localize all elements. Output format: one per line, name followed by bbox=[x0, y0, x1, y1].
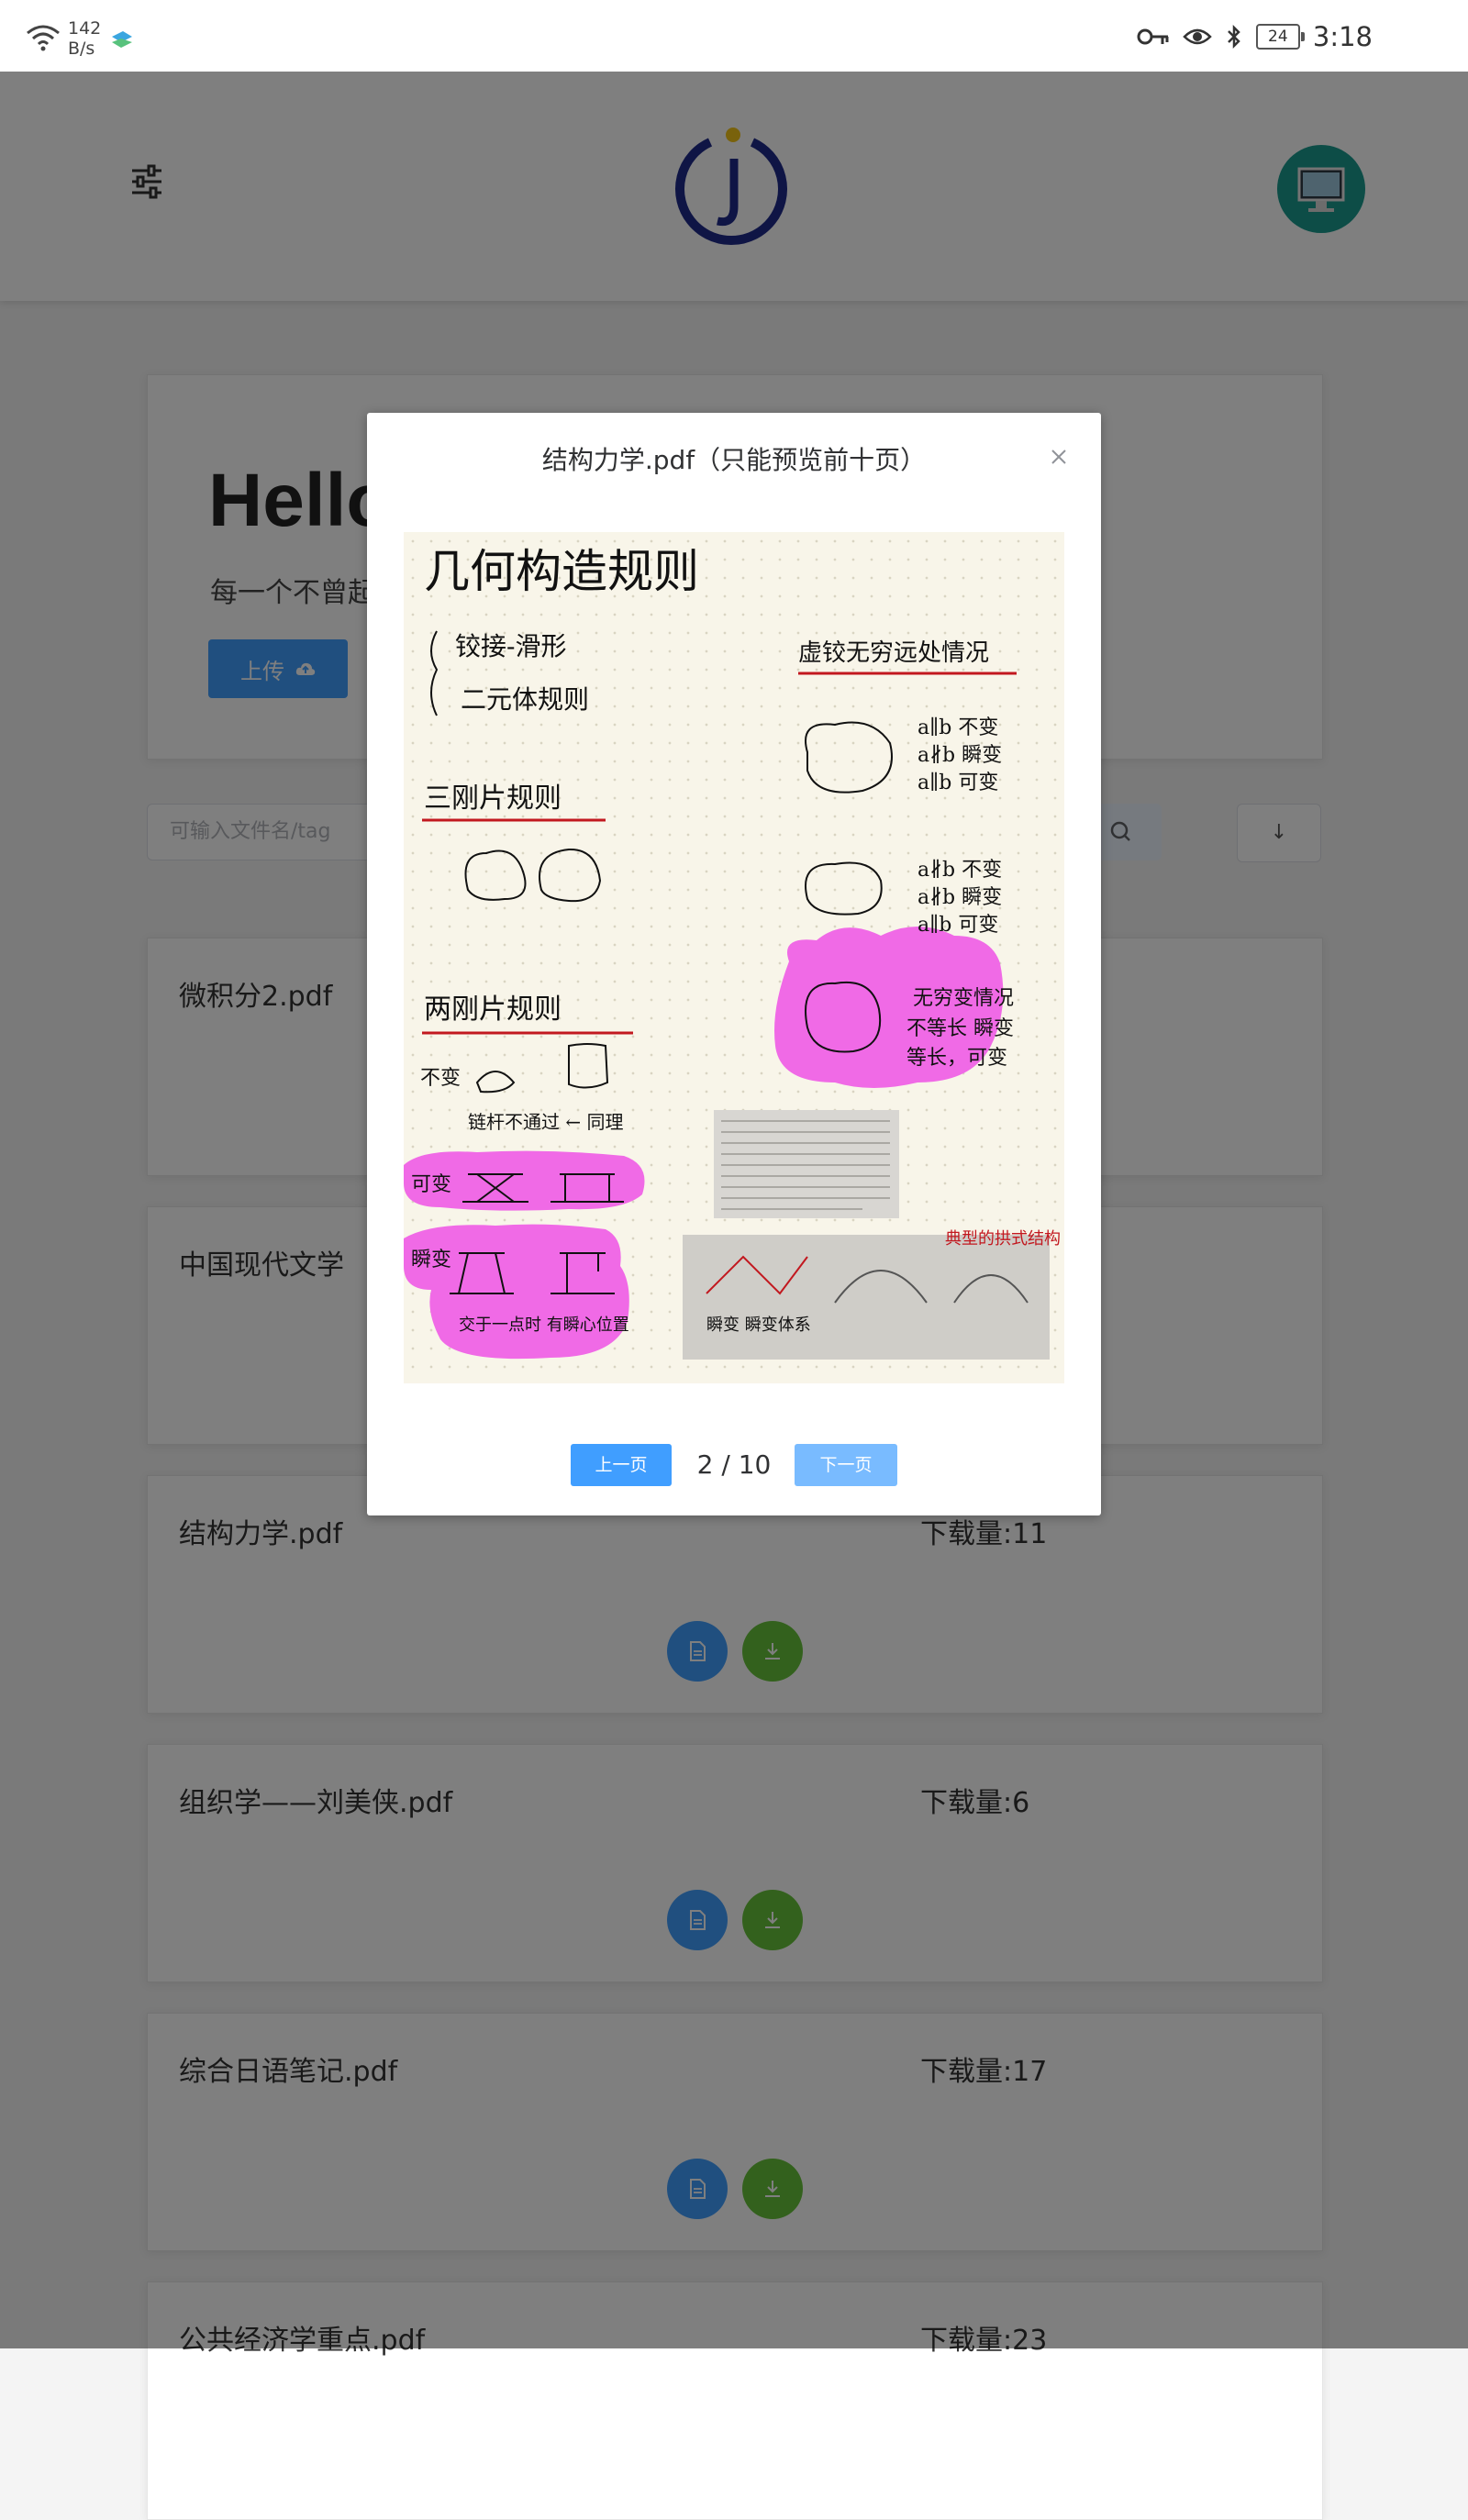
dialog-title: 结构力学.pdf（只能预览前十页） bbox=[541, 445, 927, 475]
svg-text:a∦b 瞬变: a∦b 瞬变 bbox=[918, 744, 1002, 767]
status-bar: 142 B/s 24 3:18 bbox=[0, 0, 1468, 72]
svg-text:可变: 可变 bbox=[411, 1173, 451, 1196]
svg-text:典型的拱式结构: 典型的拱式结构 bbox=[945, 1229, 1061, 1249]
pdf-page-preview: 几何构造规则 铰接-滑形 二元体规则 虚铰无穷远处情况 三刚片规则 a∥b 不变… bbox=[404, 532, 1064, 1383]
svg-text:虚铰无穷远处情况: 虚铰无穷远处情况 bbox=[798, 639, 989, 667]
svg-text:不变: 不变 bbox=[420, 1067, 461, 1090]
svg-text:无穷变情况: 无穷变情况 bbox=[913, 987, 1014, 1010]
svg-text:几何构造规则: 几何构造规则 bbox=[424, 545, 699, 598]
svg-text:a∥b 可变: a∥b 可变 bbox=[918, 772, 998, 794]
network-speed: 142 B/s bbox=[68, 18, 102, 59]
svg-text:不等长 瞬变: 不等长 瞬变 bbox=[906, 1017, 1014, 1040]
clock: 3:18 bbox=[1312, 21, 1373, 52]
svg-text:瞬变: 瞬变 bbox=[411, 1249, 451, 1271]
handwritten-notes-image: 几何构造规则 铰接-滑形 二元体规则 虚铰无穷远处情况 三刚片规则 a∥b 不变… bbox=[404, 545, 1061, 1360]
next-page-button[interactable]: 下一页 bbox=[795, 1444, 897, 1486]
svg-text:a∦b 瞬变: a∦b 瞬变 bbox=[918, 886, 1002, 909]
svg-text:铰接-滑形: 铰接-滑形 bbox=[455, 631, 566, 661]
app-notification-icon bbox=[112, 31, 132, 48]
svg-text:二元体规则: 二元体规则 bbox=[461, 684, 589, 715]
close-icon[interactable] bbox=[1046, 444, 1072, 470]
bluetooth-icon bbox=[1227, 24, 1240, 50]
svg-text:链杆不通过 ← 同理: 链杆不通过 ← 同理 bbox=[468, 1111, 623, 1133]
svg-text:交于一点时 有瞬心位置: 交于一点时 有瞬心位置 bbox=[459, 1316, 629, 1335]
svg-text:a∥b 不变: a∥b 不变 bbox=[918, 716, 998, 739]
previous-page-button[interactable]: 上一页 bbox=[571, 1444, 672, 1486]
pdf-preview-dialog: 结构力学.pdf（只能预览前十页） 几何构造规则 铰接-滑形 二元体规则 虚铰无… bbox=[367, 413, 1101, 1515]
status-icons: 24 3:18 bbox=[1137, 20, 1373, 53]
page-indicator: 2 / 10 bbox=[696, 1449, 772, 1480]
wifi-icon bbox=[27, 25, 60, 51]
svg-text:瞬变 瞬变体系: 瞬变 瞬变体系 bbox=[706, 1316, 811, 1335]
svg-text:a∥b 可变: a∥b 可变 bbox=[918, 914, 998, 937]
svg-text:等长，可变: 等长，可变 bbox=[906, 1047, 1007, 1070]
svg-text:三刚片规则: 三刚片规则 bbox=[424, 783, 562, 815]
vpn-key-icon bbox=[1137, 28, 1169, 45]
battery-icon: 24 bbox=[1255, 24, 1305, 50]
svg-text:两刚片规则: 两刚片规则 bbox=[424, 994, 562, 1026]
svg-text:a∦b 不变: a∦b 不变 bbox=[918, 859, 1002, 882]
pagination: 上一页 2 / 10 下一页 bbox=[367, 1444, 1101, 1488]
eye-icon bbox=[1183, 28, 1212, 45]
